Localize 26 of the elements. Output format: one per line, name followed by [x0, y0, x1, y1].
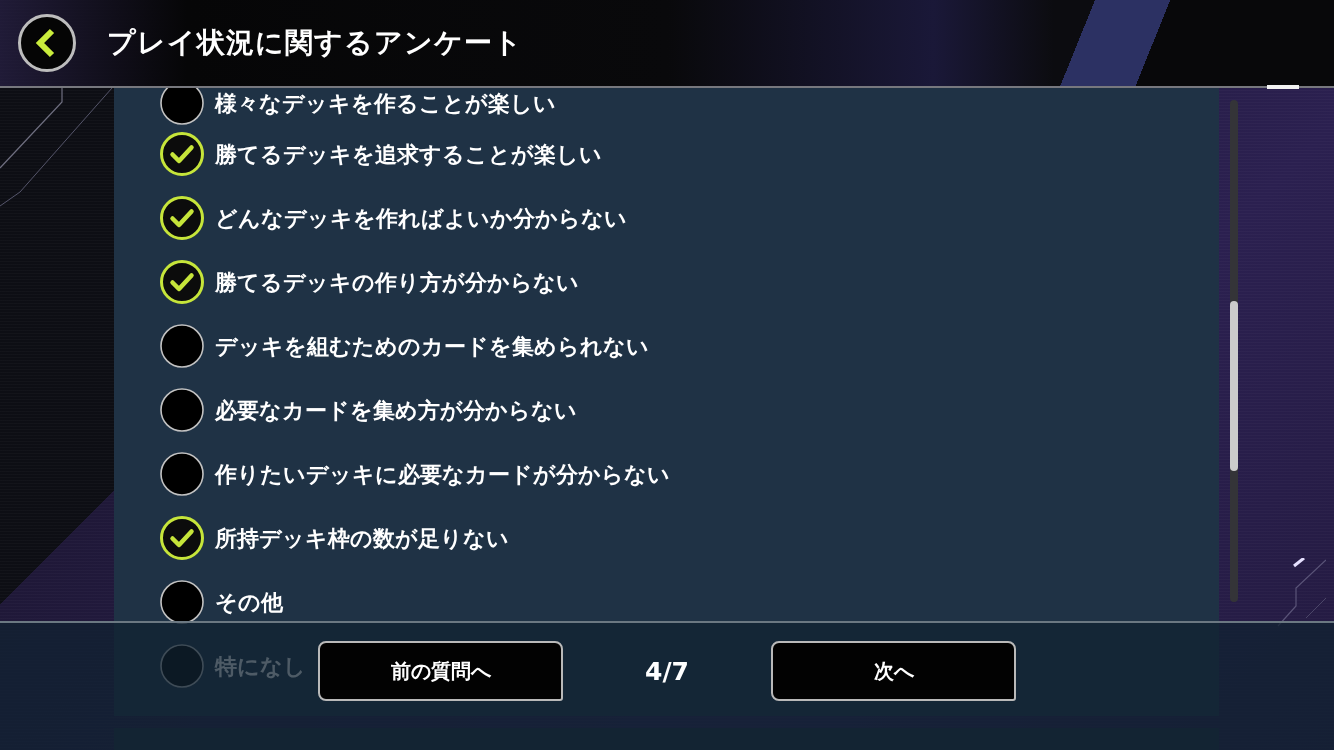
survey-option[interactable]: デッキを組むためのカードを集められない [160, 324, 649, 368]
checkbox-icon[interactable] [160, 132, 204, 176]
survey-option[interactable]: 勝てるデッキを追求することが楽しい [160, 132, 602, 176]
checkbox-icon[interactable] [160, 88, 204, 125]
checkbox-icon[interactable] [160, 452, 204, 496]
checkbox-icon[interactable] [160, 516, 204, 560]
survey-option[interactable]: その他 [160, 580, 283, 624]
checkbox-icon[interactable] [160, 580, 204, 624]
screen-title: プレイ状況に関するアンケート [107, 25, 523, 61]
previous-question-button[interactable]: 前の質問へ [318, 641, 563, 701]
survey-option[interactable]: 勝てるデッキの作り方が分からない [160, 260, 579, 304]
survey-option[interactable]: 必要なカードを集め方が分からない [160, 388, 577, 432]
checkbox-icon[interactable] [160, 388, 204, 432]
back-button[interactable] [18, 14, 76, 72]
survey-option[interactable]: 作りたいデッキに必要なカードが分からない [160, 452, 670, 496]
survey-option[interactable]: どんなデッキを作ればよいか分からない [160, 196, 627, 240]
checkbox-icon[interactable] [160, 324, 204, 368]
scrollbar-thumb[interactable] [1230, 301, 1238, 471]
survey-option[interactable]: 所持デッキ枠の数が足りない [160, 516, 509, 560]
chevron-left-icon [34, 28, 57, 58]
checkbox-icon[interactable] [160, 196, 204, 240]
survey-option[interactable]: 様々なデッキを作ることが楽しい [160, 88, 556, 125]
next-button[interactable]: 次へ [771, 641, 1016, 701]
header-accent-mark [1267, 85, 1299, 89]
checkbox-icon[interactable] [160, 260, 204, 304]
page-indicator: 4/7 [645, 656, 689, 686]
